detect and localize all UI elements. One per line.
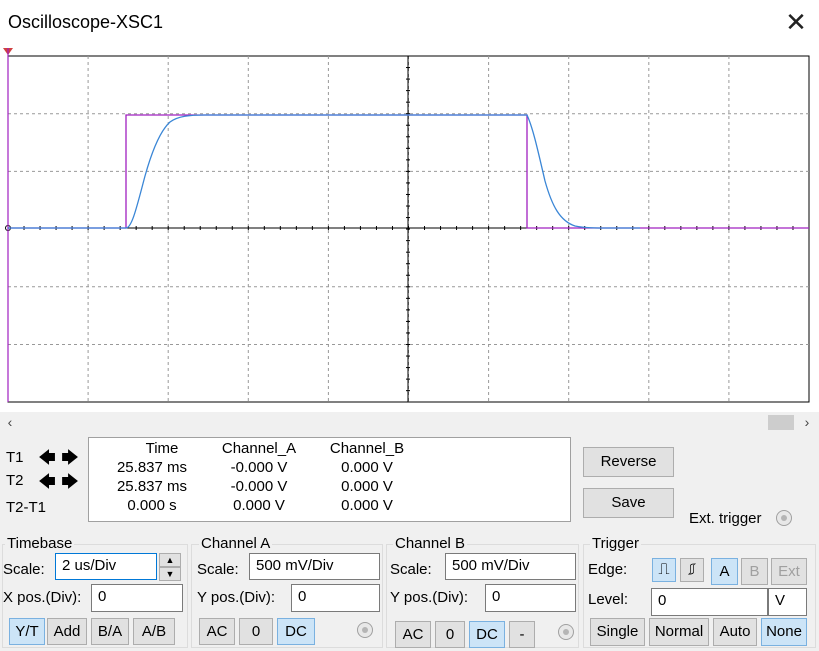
ext-trigger-label: Ext. trigger — [689, 510, 762, 527]
mode-add-button[interactable]: Add — [47, 618, 87, 645]
channel-a-ypos-label: Y pos.(Div): — [197, 589, 276, 606]
timebase-title: Timebase — [5, 535, 75, 552]
channel-a-scale-label: Scale: — [197, 561, 239, 578]
t2-right-arrow-icon[interactable]: 🡆 — [60, 472, 80, 492]
scroll-thumb[interactable] — [768, 415, 794, 430]
time-scrollbar[interactable]: ‹ › — [0, 412, 819, 434]
t2-time: 25.837 ms — [116, 478, 188, 495]
ext-trigger-terminal[interactable] — [776, 510, 792, 526]
scroll-left-icon[interactable]: ‹ — [2, 414, 18, 430]
channel-b-zero-button[interactable]: 0 — [435, 621, 465, 648]
t1-time: 25.837 ms — [116, 459, 188, 476]
t2-channel-b: 0.000 V — [341, 478, 393, 495]
t1-channel-a: -0.000 V — [230, 459, 288, 476]
trigger-source-ext-button[interactable]: Ext — [771, 558, 807, 585]
mode-ba-button[interactable]: B/A — [91, 618, 129, 645]
close-icon[interactable]: ✕ — [781, 6, 811, 38]
t1-right-arrow-icon[interactable]: 🡆 — [60, 448, 80, 468]
scope-display — [0, 46, 819, 412]
measurement-readout: Time Channel_A Channel_B 25.837 ms -0.00… — [88, 437, 571, 522]
t2-channel-a: -0.000 V — [230, 478, 288, 495]
channel-b-scale-field[interactable]: 500 mV/Div — [445, 553, 576, 580]
trigger-source-b-button[interactable]: B — [741, 558, 768, 585]
timebase-scale-field[interactable]: 2 us/Div — [55, 553, 157, 580]
window-title: Oscilloscope-XSC1 — [8, 12, 164, 32]
mode-ab-button[interactable]: A/B — [133, 618, 175, 645]
channel-a-scale-field[interactable]: 500 mV/Div — [249, 553, 380, 580]
trigger-normal-button[interactable]: Normal — [649, 618, 709, 646]
channel-b-scale-label: Scale: — [390, 561, 432, 578]
scale-up-icon[interactable]: ▲ — [159, 553, 181, 567]
channel-b-ypos-label: Y pos.(Div): — [390, 589, 469, 606]
channel-a-terminal[interactable] — [357, 622, 373, 638]
t1-label: T1 — [6, 449, 24, 466]
t1-channel-b: 0.000 V — [341, 459, 393, 476]
trigger-none-button[interactable]: None — [761, 618, 807, 646]
channel-b-ac-button[interactable]: AC — [395, 621, 431, 648]
trigger-level-unit[interactable]: V — [768, 588, 807, 616]
diff-time: 0.000 s — [127, 497, 177, 514]
channel-a-zero-button[interactable]: 0 — [239, 618, 273, 645]
oscilloscope-window: Oscilloscope-XSC1 ✕ ‹ › T1 🡄 🡆 T2 🡄 🡆 T2… — [0, 0, 819, 651]
timebase-scale-label: Scale: — [3, 561, 45, 578]
scroll-right-icon[interactable]: › — [799, 414, 815, 430]
edge-label: Edge: — [588, 561, 628, 578]
trigger-single-button[interactable]: Single — [590, 618, 645, 646]
t1-left-arrow-icon[interactable]: 🡄 — [37, 448, 57, 468]
channel-b-terminal[interactable] — [558, 624, 574, 640]
xpos-field[interactable]: 0 — [91, 584, 183, 612]
reverse-button[interactable]: Reverse — [583, 447, 674, 477]
trigger-auto-button[interactable]: Auto — [713, 618, 757, 646]
title-bar: Oscilloscope-XSC1 ✕ — [0, 0, 819, 46]
t2-label: T2 — [6, 472, 24, 489]
header-channel-a: Channel_A — [221, 440, 297, 457]
channel-b-ypos-field[interactable]: 0 — [485, 584, 576, 612]
trigger-source-a-button[interactable]: A — [711, 558, 738, 585]
trigger-title: Trigger — [590, 535, 641, 552]
trigger-level-field[interactable]: 0 — [651, 588, 768, 616]
mode-yt-button[interactable]: Y/T — [9, 618, 45, 645]
channel-a-ac-button[interactable]: AC — [199, 618, 235, 645]
channel-a-title: Channel A — [199, 535, 273, 552]
t2-t1-label: T2-T1 — [6, 499, 47, 516]
channel-b-title: Channel B — [393, 535, 468, 552]
xpos-label: X pos.(Div): — [3, 589, 82, 606]
channel-a-dc-button[interactable]: DC — [277, 618, 315, 645]
save-button[interactable]: Save — [583, 488, 674, 518]
channel-a-ypos-field[interactable]: 0 — [291, 584, 380, 612]
falling-edge-icon[interactable]: ⎎ — [680, 558, 704, 582]
channel-b-invert-button[interactable]: - — [509, 621, 535, 648]
scale-down-icon[interactable]: ▼ — [159, 567, 181, 581]
t2-left-arrow-icon[interactable]: 🡄 — [37, 472, 57, 492]
level-label: Level: — [588, 591, 629, 608]
channel-b-dc-button[interactable]: DC — [469, 621, 505, 648]
diff-channel-a: 0.000 V — [233, 497, 285, 514]
header-time: Time — [145, 440, 179, 457]
header-channel-b: Channel_B — [329, 440, 405, 457]
rising-edge-icon[interactable]: ⎍ — [652, 558, 676, 582]
diff-channel-b: 0.000 V — [341, 497, 393, 514]
